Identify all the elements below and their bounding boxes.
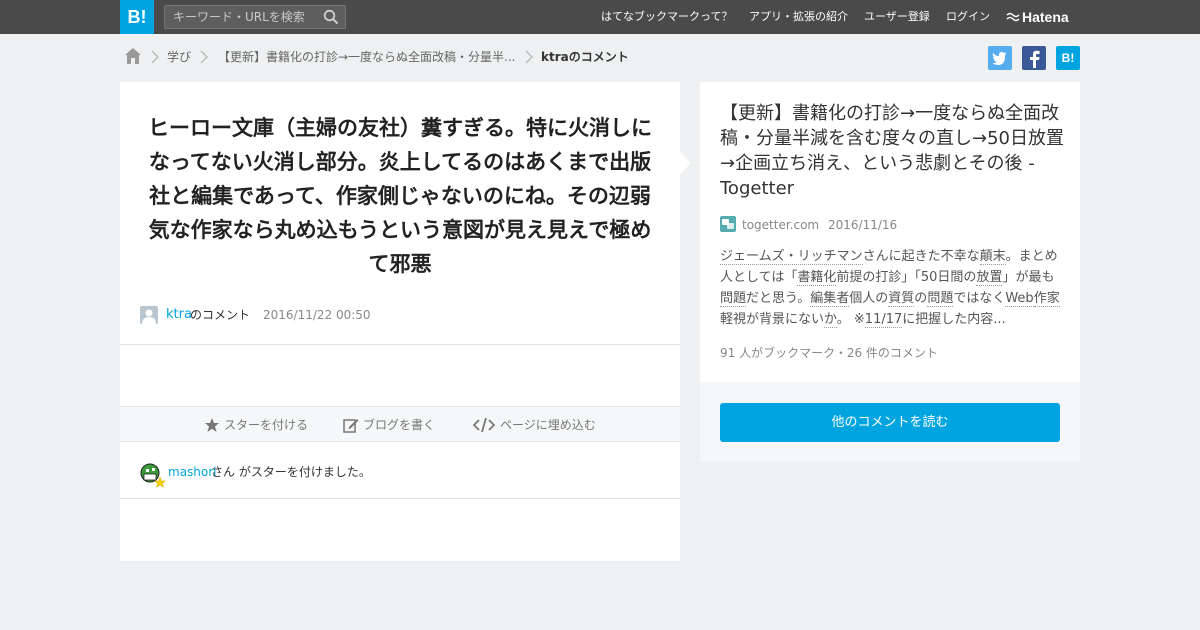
summary-text: に把握した内容... (902, 312, 1006, 327)
summary-keyword-link[interactable]: 作家 (1033, 291, 1060, 307)
summary-keyword-link[interactable]: 資質 (888, 291, 915, 307)
hatena-brand[interactable]: Hatena (1006, 0, 1069, 34)
summary-text: の (914, 291, 928, 306)
summary-text: 軽視が背景にない (720, 312, 825, 327)
chevron-right-icon (200, 50, 208, 64)
chevron-right-icon (525, 50, 533, 64)
add-star-label: スターを付ける (224, 418, 309, 432)
write-blog-button[interactable]: ブログを書く (343, 407, 443, 443)
share-twitter-button[interactable] (988, 46, 1012, 70)
mashori-avatar-icon[interactable] (140, 463, 166, 489)
code-icon (472, 417, 496, 433)
summary-keyword-link[interactable]: ジェームズ・リッチマン (720, 249, 863, 265)
hatena-brand-text: Hatena (1022, 9, 1069, 25)
write-blog-label: ブログを書く (363, 418, 436, 432)
breadcrumb-entry[interactable]: 【更新】書籍化の打診→一度ならぬ全面改稿・分量半... (218, 48, 516, 66)
entry-date: 2016/11/16 (828, 218, 898, 232)
nav-login[interactable]: ログイン (946, 0, 990, 34)
summary-text: 」「50日間の (901, 270, 977, 285)
search-box (164, 5, 346, 29)
chevron-right-icon (151, 50, 159, 64)
summary-text: さんに起きた不幸な (862, 249, 980, 264)
divider (120, 344, 680, 345)
summary-keyword-link[interactable]: Web (1005, 291, 1034, 307)
share-hatena-button[interactable]: B! (1056, 46, 1080, 70)
summary-keyword-link[interactable]: 顛末 (979, 249, 1006, 265)
summary-text: ではなく (953, 291, 1006, 306)
comment-user-suffix: のコメント (190, 308, 251, 322)
entry-title-link[interactable]: 【更新】書籍化の打診→一度ならぬ全面改稿・分量半減を含む度々の直し→50日放置→… (720, 101, 1066, 201)
share-facebook-button[interactable] (1022, 46, 1046, 70)
home-icon[interactable] (124, 47, 142, 65)
breadcrumb-current: ktraのコメント (541, 50, 629, 64)
star-icon (205, 418, 219, 432)
star-user-link[interactable]: mashori (168, 463, 217, 481)
comment-user-link[interactable]: ktra (166, 306, 192, 324)
summary-keyword-link[interactable]: 編集者 (810, 291, 850, 307)
search-input[interactable] (165, 6, 315, 28)
breadcrumb-category[interactable]: 学び (167, 48, 191, 66)
card-pointer (680, 152, 691, 174)
summary-keyword-link[interactable]: 放置 (976, 270, 1003, 286)
summary-keyword-link[interactable]: 11/17 (864, 312, 903, 328)
embed-label: ページに埋め込む (500, 418, 596, 432)
comment-body: ヒーロー文庫（主婦の友社）糞すぎる。特に火消しになってない火消し部分。炎上してる… (148, 116, 652, 276)
nav-apps[interactable]: アプリ・拡張の紹介 (749, 0, 848, 34)
action-bar: スターを付ける ブログを書く ページに埋め込む (120, 406, 680, 442)
comment-date: 2016/11/22 00:50 (263, 308, 371, 322)
bookmark-counts[interactable]: 91 人がブックマーク・26 件のコメント (720, 344, 938, 362)
summary-text: だと思う。 (746, 291, 811, 306)
read-more-comments-button[interactable]: 他のコメントを読む (720, 403, 1060, 442)
summary-text: 個人の (849, 291, 889, 306)
top-bar: B! はてなブックマークって？ アプリ・拡張の紹介 ユーザー登録 ログイン Ha… (0, 0, 1200, 34)
entry-domain-link[interactable]: togetter.com (742, 216, 819, 234)
user-avatar[interactable] (140, 306, 158, 324)
embed-button[interactable]: ページに埋め込む (472, 407, 602, 443)
add-star-button[interactable]: スターを付ける (204, 407, 314, 443)
summary-text: 。 ※ (836, 312, 865, 327)
entry-summary: ジェームズ・リッチマンさんに起きた不幸な顛末。まとめ人としては「書籍化前提の打診… (720, 246, 1064, 330)
facebook-icon (1030, 50, 1040, 68)
edit-icon (343, 419, 359, 433)
user-silhouette-icon (142, 309, 156, 324)
summary-keyword-link[interactable]: 書籍化 (797, 270, 837, 286)
nav-signup[interactable]: ユーザー登録 (864, 0, 930, 34)
nav-about[interactable]: はてなブックマークって？ (601, 0, 732, 34)
summary-keyword-link[interactable]: 問題 (927, 291, 954, 307)
search-icon[interactable] (323, 9, 339, 25)
togetter-favicon-icon (720, 216, 736, 232)
summary-text: 前提の打診 (836, 270, 902, 285)
hatena-mark-icon (1006, 12, 1020, 22)
summary-text: 」が最も (1002, 270, 1055, 285)
hatena-bookmark-logo[interactable]: B! (120, 0, 154, 34)
divider (120, 498, 680, 499)
summary-keyword-link[interactable]: 問題 (720, 291, 747, 307)
summary-keyword-link[interactable]: か (824, 312, 837, 328)
twitter-icon (992, 52, 1007, 65)
star-notice-text: さん がスターを付けました。 (211, 465, 371, 479)
